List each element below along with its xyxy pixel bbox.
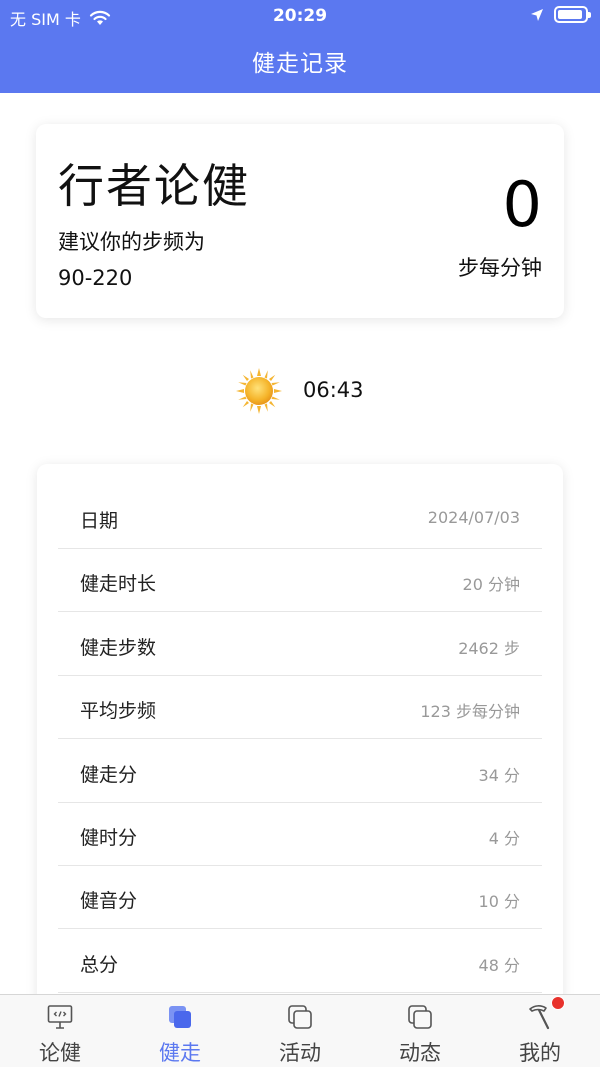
detail-label: 健音分 <box>80 890 138 912</box>
location-arrow-icon <box>531 8 543 21</box>
detail-label: 健走步数 <box>80 637 157 659</box>
detail-value: 2024/07/03 <box>427 508 520 527</box>
detail-row-walk-score: 健走分 34 分 <box>58 740 542 803</box>
sun-icon <box>236 368 282 414</box>
monitor-code-icon <box>47 1005 73 1029</box>
detail-row-duration: 健走时长 20 分钟 <box>58 549 542 612</box>
detail-label: 健走分 <box>80 764 138 786</box>
stacked-squares-icon <box>288 1005 312 1029</box>
detail-row-time-score: 健时分 4 分 <box>58 803 542 866</box>
detail-value: 2462 步 <box>458 639 520 658</box>
cadence-unit: 步每分钟 <box>458 256 542 280</box>
tab-label: 健走 <box>159 1041 201 1065</box>
tab-lunjian[interactable]: 论健 <box>0 995 120 1067</box>
walk-details-card: 日期 2024/07/03 健走时长 20 分钟 健走步数 2462 步 平均步… <box>37 464 563 1024</box>
stacked-squares-icon <box>408 1005 432 1029</box>
cadence-card: 行者论健 建议你的步频为 90-220 0 步每分钟 <box>36 124 564 318</box>
detail-row-avg-cadence: 平均步频 123 步每分钟 <box>58 676 542 739</box>
tab-wode[interactable]: 我的 <box>480 995 600 1067</box>
sunrise-time: 06:43 <box>303 378 364 402</box>
battery-icon <box>554 6 591 23</box>
bottom-tab-bar: 论健 健走 活动 动态 我的 <box>0 994 600 1067</box>
stacked-squares-icon <box>169 1006 191 1028</box>
app-header: 无 SIM 卡 20:29 健走记录 <box>0 0 600 93</box>
detail-value: 123 步每分钟 <box>420 702 520 721</box>
current-cadence-value: 0 <box>502 168 542 241</box>
detail-value: 20 分钟 <box>462 575 520 594</box>
hero-title: 行者论健 <box>58 159 250 213</box>
tab-label: 活动 <box>279 1041 321 1065</box>
status-bar: 无 SIM 卡 20:29 <box>0 0 600 32</box>
tab-label: 动态 <box>399 1041 441 1065</box>
hammer-icon <box>529 1005 550 1030</box>
detail-value: 4 分 <box>488 829 520 848</box>
detail-label: 总分 <box>80 954 119 976</box>
page-title: 健走记录 <box>252 51 348 77</box>
detail-row-total-score: 总分 48 分 <box>58 930 542 993</box>
tab-jianzou[interactable]: 健走 <box>120 995 240 1067</box>
tab-dongtai[interactable]: 动态 <box>360 995 480 1067</box>
detail-label: 健走时长 <box>80 573 157 595</box>
detail-value: 48 分 <box>478 956 520 975</box>
cadence-range: 90-220 <box>58 266 133 290</box>
detail-value: 34 分 <box>478 766 520 785</box>
suggestion-text: 建议你的步频为 <box>58 230 205 254</box>
detail-row-steps: 健走步数 2462 步 <box>58 613 542 676</box>
tab-label: 我的 <box>519 1041 561 1065</box>
sunrise-row: 06:43 <box>0 366 600 416</box>
detail-label: 平均步频 <box>80 700 157 722</box>
detail-label: 健时分 <box>80 827 138 849</box>
tab-label: 论健 <box>39 1041 81 1065</box>
detail-value: 10 分 <box>478 892 520 911</box>
detail-row-music-score: 健音分 10 分 <box>58 866 542 929</box>
detail-row-date: 日期 2024/07/03 <box>58 486 542 549</box>
tab-huodong[interactable]: 活动 <box>240 995 360 1067</box>
status-time: 20:29 <box>272 6 328 26</box>
notification-badge <box>551 996 565 1010</box>
detail-label: 日期 <box>80 510 119 532</box>
